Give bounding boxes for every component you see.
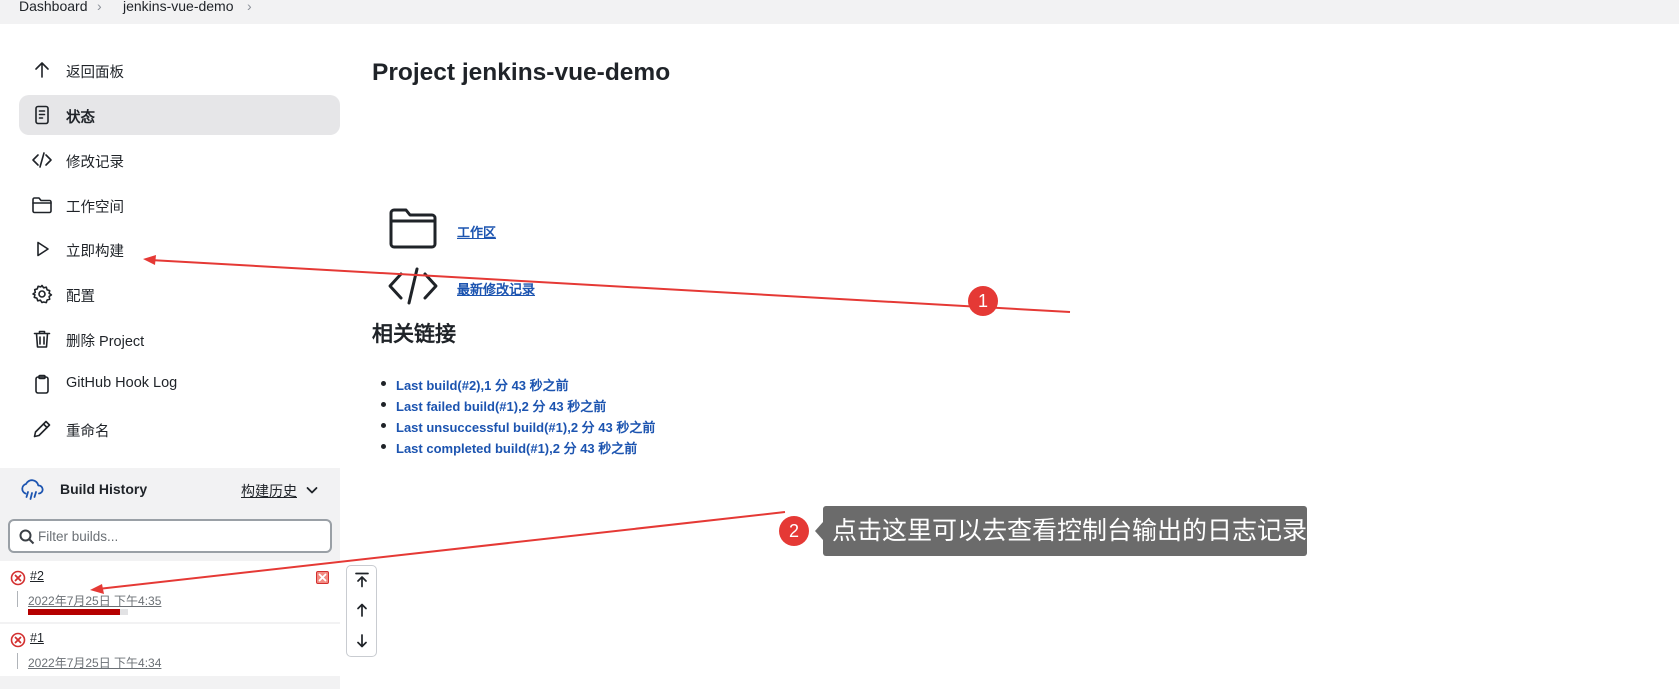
document-icon bbox=[31, 104, 53, 126]
play-icon bbox=[31, 238, 53, 260]
annotation-marker-2: 2 bbox=[779, 516, 809, 546]
pencil-icon bbox=[31, 418, 53, 440]
build-date-link[interactable]: 2022年7月25日 下午4:35 bbox=[28, 592, 161, 609]
error-status-icon bbox=[10, 632, 26, 648]
sidebar-item-label: GitHub Hook Log bbox=[66, 375, 178, 391]
build-history-trend-link[interactable]: 构建历史 bbox=[241, 481, 297, 501]
cancel-build-icon[interactable] bbox=[316, 571, 329, 584]
build-number-link[interactable]: #1 bbox=[30, 631, 44, 645]
folder-icon bbox=[31, 194, 53, 216]
error-status-icon bbox=[10, 570, 26, 586]
sidebar-item-label: 修改记录 bbox=[66, 155, 124, 171]
trash-icon bbox=[31, 328, 53, 350]
scroll-controls bbox=[346, 565, 377, 657]
arrow-up-icon bbox=[31, 59, 53, 81]
sidebar-item-github-hook-log[interactable]: GitHub Hook Log bbox=[19, 364, 340, 404]
sidebar-item-delete-project[interactable]: 删除 Project bbox=[19, 319, 340, 359]
related-link-last-unsuccessful-build[interactable]: Last unsuccessful build(#1),2 分 43 秒之前 bbox=[380, 417, 655, 438]
gear-icon bbox=[31, 283, 53, 305]
filter-builds-field[interactable] bbox=[8, 519, 332, 553]
divider bbox=[17, 591, 18, 607]
sidebar-item-workspace[interactable]: 工作空间 bbox=[19, 185, 340, 225]
build-progress-fill bbox=[28, 609, 120, 615]
related-link-last-completed-build[interactable]: Last completed build(#1),2 分 43 秒之前 bbox=[380, 438, 655, 459]
build-date-link[interactable]: 2022年7月25日 下午4:34 bbox=[28, 654, 161, 671]
sidebar-item-label: 工作空间 bbox=[66, 200, 124, 216]
related-links-list: Last build(#2),1 分 43 秒之前 Last failed bu… bbox=[380, 375, 655, 459]
callout-pointer bbox=[815, 522, 823, 540]
sidebar-item-label: 配置 bbox=[66, 289, 95, 305]
annotation-marker-1: 1 bbox=[968, 286, 998, 316]
filter-builds-input[interactable] bbox=[38, 526, 318, 546]
scroll-up-icon[interactable] bbox=[353, 601, 371, 619]
sidebar-item-label: 重命名 bbox=[66, 424, 110, 440]
clipboard-icon bbox=[31, 373, 53, 395]
workspace-link[interactable]: 工作区 bbox=[457, 222, 496, 241]
breadcrumb-separator-icon: › bbox=[97, 0, 102, 14]
sidebar-item-build-now[interactable]: 立即构建 bbox=[19, 229, 340, 269]
sidebar-item-back-to-dashboard[interactable]: 返回面板 bbox=[19, 50, 340, 90]
sidebar-item-label: 状态 bbox=[66, 110, 95, 126]
sidebar-item-changes[interactable]: 修改记录 bbox=[19, 140, 340, 180]
cloud-rain-icon bbox=[19, 477, 45, 503]
scroll-down-icon[interactable] bbox=[353, 632, 371, 650]
scroll-to-top-icon[interactable] bbox=[353, 571, 371, 589]
search-icon bbox=[19, 529, 35, 545]
sidebar-item-rename[interactable]: 重命名 bbox=[19, 409, 340, 449]
breadcrumb-project[interactable]: jenkins-vue-demo bbox=[123, 0, 234, 14]
build-history-title: Build History bbox=[60, 481, 148, 497]
chevron-down-icon[interactable] bbox=[304, 482, 320, 498]
sidebar-item-label: 删除 Project bbox=[66, 334, 145, 350]
build-row[interactable]: #2 2022年7月25日 下午4:35 bbox=[0, 561, 340, 622]
sidebar-item-configure[interactable]: 配置 bbox=[19, 274, 340, 314]
build-number-link[interactable]: #2 bbox=[30, 569, 44, 583]
build-row[interactable]: #1 2022年7月25日 下午4:34 bbox=[0, 624, 340, 676]
build-progress-track bbox=[28, 609, 128, 615]
related-links-title: 相关链接 bbox=[372, 323, 456, 346]
breadcrumb-separator-icon[interactable]: › bbox=[247, 0, 252, 14]
related-link-last-build[interactable]: Last build(#2),1 分 43 秒之前 bbox=[380, 375, 655, 396]
breadcrumb-dashboard[interactable]: Dashboard bbox=[19, 0, 88, 14]
recent-changes-link[interactable]: 最新修改记录 bbox=[457, 279, 535, 298]
sidebar-item-label: 返回面板 bbox=[66, 65, 124, 81]
divider bbox=[17, 653, 18, 669]
code-icon bbox=[387, 262, 439, 310]
related-link-last-failed-build[interactable]: Last failed build(#1),2 分 43 秒之前 bbox=[380, 396, 655, 417]
breadcrumb: Dashboard › jenkins-vue-demo › bbox=[0, 0, 1679, 24]
sidebar-item-label: 立即构建 bbox=[66, 244, 124, 260]
page-title: Project jenkins-vue-demo bbox=[372, 59, 671, 86]
folder-icon bbox=[387, 204, 439, 252]
annotation-callout: 点击这里可以去查看控制台输出的日志记录 bbox=[823, 506, 1307, 556]
sidebar-item-status[interactable]: 状态 bbox=[19, 95, 340, 135]
code-icon bbox=[31, 149, 53, 171]
